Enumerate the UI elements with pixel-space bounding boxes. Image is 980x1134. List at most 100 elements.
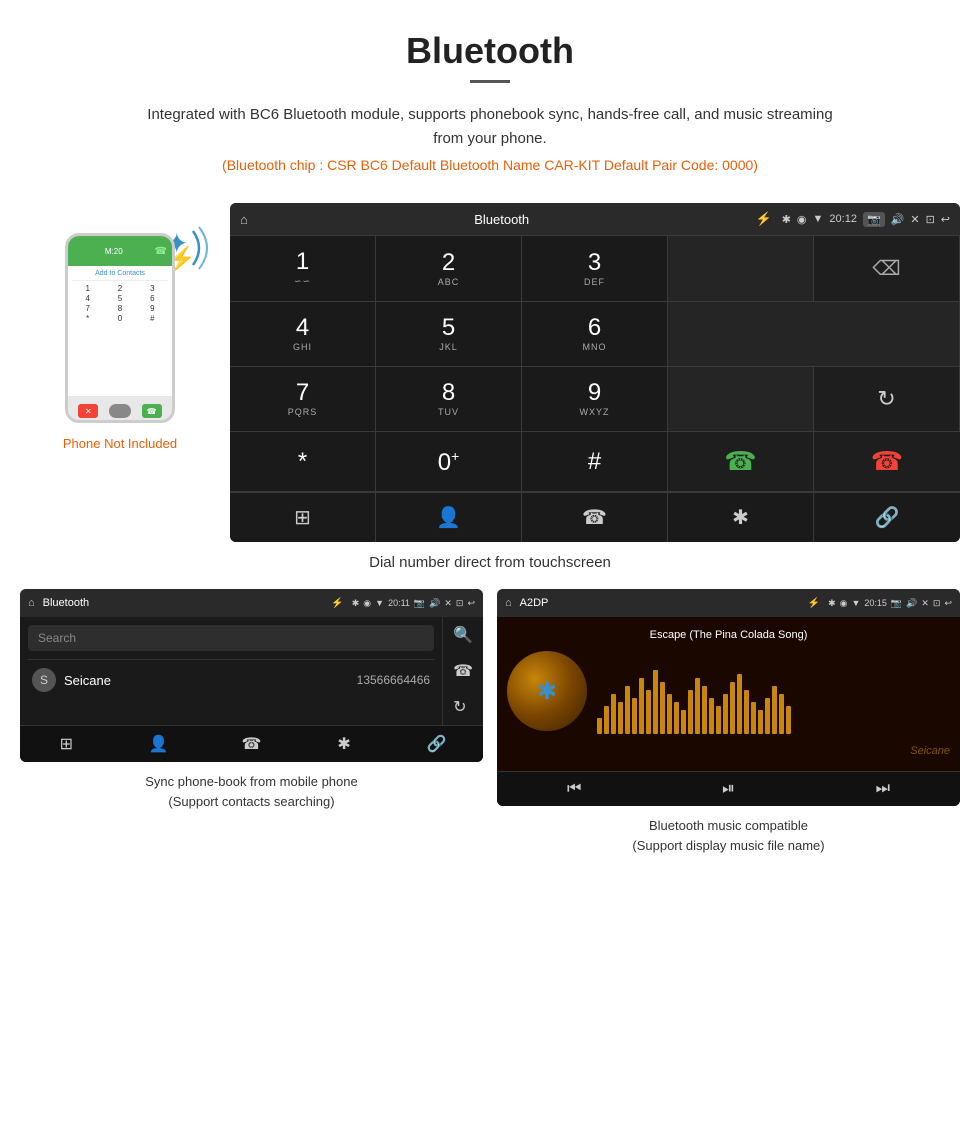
eq-bar: [779, 694, 784, 734]
volume-icon: 🔊: [891, 213, 905, 226]
dial-key-2[interactable]: 2 ABC: [376, 236, 522, 302]
eq-bar: [758, 710, 763, 734]
backspace-icon: ⌫: [872, 256, 900, 281]
music-caption: Bluetooth music compatible (Support disp…: [497, 816, 960, 855]
phonebook-search[interactable]: Search: [28, 625, 434, 651]
music-album-art: ✱: [507, 651, 587, 731]
add-contact-label: Add to Contacts: [95, 270, 145, 277]
pb-nav-link[interactable]: 🔗: [390, 734, 483, 754]
title-divider: [470, 80, 510, 83]
dial-screen-title: Bluetooth: [258, 212, 746, 227]
dial-key-7[interactable]: 7 PQRS: [230, 367, 376, 432]
eq-bar: [667, 694, 672, 734]
music-bt-icon: ✱: [828, 598, 836, 609]
dial-key-9[interactable]: 9 WXYZ: [522, 367, 668, 432]
phonebook-caption-line1: Sync phone-book from mobile phone: [145, 774, 357, 789]
bluetooth-specs: (Bluetooth chip : CSR BC6 Default Blueto…: [20, 157, 960, 173]
eq-bar: [772, 686, 777, 734]
dial-call-btn[interactable]: ☎: [668, 432, 814, 492]
phone-dialpad: 1 2 3 4 5 6 7 8 9 * 0 #: [72, 284, 168, 323]
music-home-icon: ⌂: [505, 597, 512, 609]
dial-key-star[interactable]: *: [230, 432, 376, 492]
pb-screen-title: Bluetooth: [43, 597, 324, 609]
eq-bar: [604, 706, 609, 734]
bottom-screenshots: ⌂ Bluetooth ⚡ ✱ ◉ ▼ 20:11 📷 🔊 ✕ ⊡ ↩: [0, 589, 980, 855]
dial-key-4[interactable]: 4 GHI: [230, 302, 376, 367]
phonebook-caption-line2: (Support contacts searching): [168, 794, 334, 809]
phone-call-btn: ☎: [142, 404, 162, 418]
phone-key-7: 7: [72, 304, 103, 313]
time-display: 20:12: [829, 213, 857, 225]
eq-bar: [716, 706, 721, 734]
phone-screen-title: M:20: [73, 247, 155, 256]
call-green-icon: ☎: [724, 446, 756, 477]
search-placeholder: Search: [38, 631, 76, 645]
entry-number: 13566664466: [357, 673, 430, 687]
pb-camera-icon: 📷: [414, 598, 425, 609]
phone-screen: M:20 ☎: [68, 236, 172, 266]
page-header: Bluetooth Integrated with BC6 Bluetooth …: [0, 0, 980, 203]
phone-not-included-label: Phone Not Included: [20, 436, 220, 451]
eq-bar: [765, 698, 770, 734]
pb-nav-bt[interactable]: ✱: [298, 734, 391, 754]
nav-contacts-icon[interactable]: 👤: [376, 493, 522, 542]
pb-bt-icon: ✱: [352, 598, 360, 609]
phone-screen-body: Add to Contacts 1 2 3 4 5 6 7 8 9 * 0: [68, 266, 172, 396]
dial-key-1[interactable]: 1 ∽∽: [230, 236, 376, 302]
eq-bar: [730, 682, 735, 734]
dial-key-8[interactable]: 8 TUV: [376, 367, 522, 432]
music-play-btn[interactable]: ⏯: [651, 780, 805, 798]
pb-signal-icon: ▼: [375, 598, 384, 608]
dial-backspace-btn[interactable]: ⌫: [814, 236, 960, 302]
music-back-icon: ↩: [944, 598, 952, 609]
dial-refresh-btn[interactable]: ↻: [814, 367, 960, 432]
dial-key-3[interactable]: 3 DEF: [522, 236, 668, 302]
entry-name: Seicane: [64, 673, 357, 688]
eq-bar: [639, 678, 644, 734]
pb-nav-phone[interactable]: ☎: [205, 734, 298, 754]
dial-key-0[interactable]: 0+: [376, 432, 522, 492]
music-volume-icon: 🔊: [906, 598, 917, 609]
dial-empty-3: [668, 367, 814, 432]
nav-bluetooth-icon[interactable]: ✱: [668, 493, 814, 542]
phonebook-screen: ⌂ Bluetooth ⚡ ✱ ◉ ▼ 20:11 📷 🔊 ✕ ⊡ ↩: [20, 589, 483, 762]
dial-key-hash[interactable]: #: [522, 432, 668, 492]
phonebook-bottom-nav: ⊞ 👤 ☎ ✱ 🔗: [20, 725, 483, 762]
status-right: ✱ ◉ ▼ 20:12 📷 🔊 ✕ ⊡ ↩: [782, 212, 950, 227]
dial-key-6[interactable]: 6 MNO: [522, 302, 668, 367]
phone-add-contact: Add to Contacts: [72, 270, 168, 281]
eq-bar: [744, 690, 749, 734]
bluetooth-wave-container: ✦ ⚡ M:20 ☎ Add to Contacts: [65, 233, 175, 423]
eq-bar: [674, 702, 679, 734]
nav-dialpad-icon[interactable]: ⊞: [230, 493, 376, 542]
eq-bar: [702, 686, 707, 734]
phone-key-9: 9: [137, 304, 168, 313]
pb-window-icon: ⊡: [456, 598, 464, 609]
dial-screen-container: ⌂ Bluetooth ⚡ ✱ ◉ ▼ 20:12 📷 🔊 ✕ ⊡ ↩: [230, 203, 960, 542]
nav-link-icon[interactable]: 🔗: [814, 493, 960, 542]
dial-bottom-nav: ⊞ 👤 ☎ ✱ 🔗: [230, 492, 960, 542]
eq-bar: [695, 678, 700, 734]
music-screen-title: A2DP: [520, 597, 800, 609]
dial-status-bar: ⌂ Bluetooth ⚡ ✱ ◉ ▼ 20:12 📷 🔊 ✕ ⊡ ↩: [230, 203, 960, 235]
refresh-icon[interactable]: ↻: [453, 697, 473, 717]
nav-phone-icon[interactable]: ☎: [522, 493, 668, 542]
music-next-btn[interactable]: ⏭: [806, 780, 960, 798]
music-caption-line1: Bluetooth music compatible: [649, 818, 808, 833]
music-time: 20:15: [864, 598, 887, 608]
music-prev-btn[interactable]: ⏮: [497, 780, 651, 798]
dial-caption: Dial number direct from touchscreen: [0, 554, 980, 571]
phone-key-5: 5: [104, 294, 135, 303]
music-usb-icon: ⚡: [808, 598, 820, 609]
phone-icon[interactable]: ☎: [453, 661, 473, 681]
pb-nav-dialpad[interactable]: ⊞: [20, 734, 113, 754]
phone-key-8: 8: [104, 304, 135, 313]
dial-key-5[interactable]: 5 JKL: [376, 302, 522, 367]
search-icon[interactable]: 🔍: [453, 625, 473, 645]
phonebook-screenshot: ⌂ Bluetooth ⚡ ✱ ◉ ▼ 20:11 📷 🔊 ✕ ⊡ ↩: [20, 589, 483, 855]
dialpad-grid: 1 ∽∽ 2 ABC 3 DEF ⌫ 4 GHI: [230, 235, 960, 492]
pb-nav-contacts[interactable]: 👤: [113, 734, 206, 754]
phonebook-body: Search S Seicane 13566664466 🔍 ☎ ↻: [20, 617, 483, 725]
dial-hangup-btn[interactable]: ☎: [814, 432, 960, 492]
phonebook-main: Search S Seicane 13566664466: [20, 617, 442, 725]
